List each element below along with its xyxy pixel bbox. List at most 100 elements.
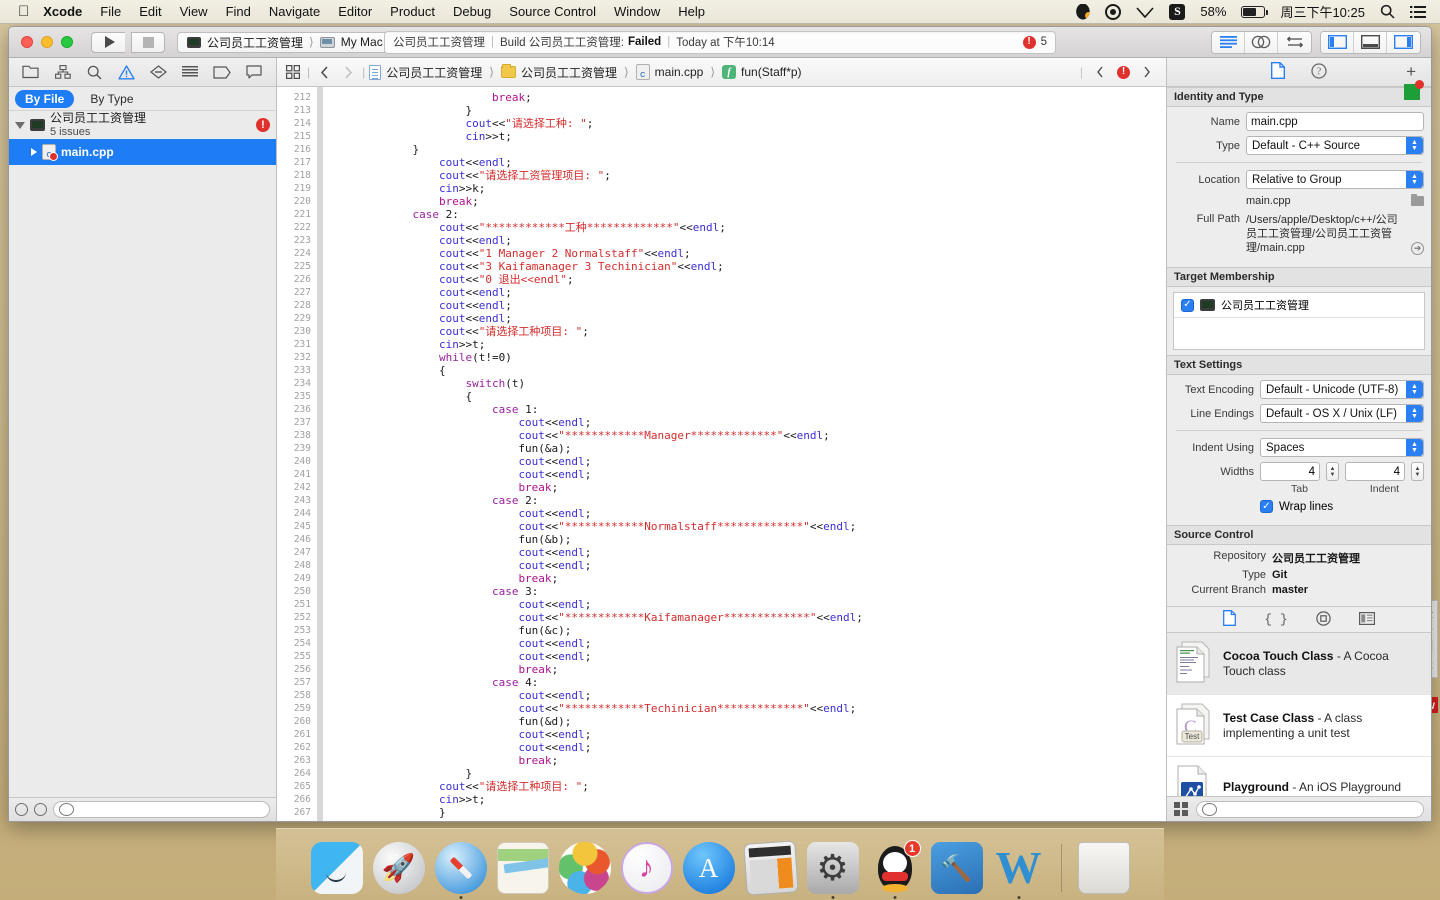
desktop-add-icon[interactable]: + bbox=[1406, 62, 1416, 82]
breadcrumb-project[interactable]: 公司员工工资管理 bbox=[369, 64, 482, 81]
menu-item-source-control[interactable]: Source Control bbox=[509, 4, 596, 19]
reveal-in-finder-icon[interactable]: ➔ bbox=[1411, 242, 1424, 255]
dock-item-system-preferences[interactable] bbox=[806, 842, 859, 899]
close-button[interactable] bbox=[21, 36, 33, 48]
stop-button[interactable] bbox=[131, 31, 165, 53]
debug-area-toggle-icon[interactable] bbox=[1354, 31, 1387, 53]
wifi-icon[interactable] bbox=[1136, 6, 1155, 18]
indent-using-popup[interactable]: Spaces ▲ ▼ bbox=[1260, 438, 1424, 457]
indent-width-stepper[interactable]: ▲ ▼ bbox=[1411, 462, 1424, 481]
navigator-toggle-icon[interactable] bbox=[1321, 31, 1354, 53]
dock-item-launchpad[interactable] bbox=[372, 842, 425, 894]
utilities-toggle-icon[interactable] bbox=[1387, 31, 1420, 53]
dock-item-itunes[interactable] bbox=[620, 842, 673, 894]
notification-center-icon[interactable] bbox=[1410, 5, 1426, 18]
project-navigator-icon[interactable] bbox=[19, 62, 43, 82]
standard-editor-icon[interactable] bbox=[1212, 31, 1245, 53]
wrap-lines-checkbox[interactable]: ✓ bbox=[1260, 500, 1273, 513]
folder-icon[interactable] bbox=[1411, 193, 1424, 206]
error-badge-icon[interactable]: ! bbox=[1117, 65, 1130, 79]
apple-logo-icon[interactable]:  bbox=[18, 4, 29, 19]
dock-item-safari[interactable] bbox=[434, 842, 487, 899]
status-error-group[interactable]: ! 5 bbox=[1022, 35, 1047, 49]
menu-item-editor[interactable]: Editor bbox=[338, 4, 372, 19]
forward-chevron-icon[interactable] bbox=[338, 62, 358, 82]
debug-navigator-icon[interactable] bbox=[178, 62, 202, 82]
issue-file-row-main-cpp[interactable]: C main.cpp bbox=[9, 139, 276, 165]
breadcrumb-function[interactable]: f fun(Staff*p) bbox=[722, 65, 802, 79]
code-snippet-library-icon[interactable]: { } bbox=[1264, 612, 1287, 627]
menu-item-help[interactable]: Help bbox=[678, 4, 705, 19]
dock-item-calculator[interactable] bbox=[742, 840, 799, 896]
run-button[interactable] bbox=[91, 31, 125, 53]
source-control-navigator-icon[interactable] bbox=[51, 62, 75, 82]
zoom-button[interactable] bbox=[61, 36, 73, 48]
file-inspector-icon[interactable] bbox=[1271, 62, 1285, 82]
menu-item-navigate[interactable]: Navigate bbox=[269, 4, 320, 19]
battery-icon[interactable] bbox=[1241, 5, 1269, 18]
encoding-popup[interactable]: Default - Unicode (UTF-8) ▲ ▼ bbox=[1260, 380, 1424, 399]
tab-width-stepper[interactable]: ▲ ▼ bbox=[1326, 462, 1339, 481]
info-icon[interactable] bbox=[34, 803, 47, 816]
disclosure-triangle-icon[interactable] bbox=[31, 148, 37, 156]
line-endings-popup[interactable]: Default - OS X / Unix (LF) ▲ ▼ bbox=[1260, 404, 1424, 423]
library-filter-field[interactable] bbox=[1196, 800, 1424, 818]
target-membership-row[interactable]: ✓ 公司员工工资管理 bbox=[1174, 293, 1424, 318]
menu-item-xcode[interactable]: Xcode bbox=[43, 4, 82, 19]
breakpoint-navigator-icon[interactable] bbox=[210, 62, 234, 82]
library-item-test-case-class[interactable]: C Test Test Case Class - A class impleme… bbox=[1167, 695, 1431, 757]
issue-navigator-icon[interactable] bbox=[115, 62, 139, 82]
filter-by-type-tab[interactable]: By Type bbox=[80, 90, 143, 108]
menu-item-file[interactable]: File bbox=[100, 4, 121, 19]
library-item-playground[interactable]: Playground - An iOS Playground bbox=[1167, 757, 1431, 796]
spotlight-search-icon[interactable] bbox=[1380, 4, 1395, 19]
dock-item-photos[interactable] bbox=[558, 842, 611, 894]
type-popup[interactable]: Default - C++ Source ▲ ▼ bbox=[1246, 136, 1424, 155]
target-checkbox[interactable]: ✓ bbox=[1181, 298, 1194, 312]
menu-item-product[interactable]: Product bbox=[390, 4, 435, 19]
menu-item-find[interactable]: Find bbox=[226, 4, 251, 19]
menu-item-edit[interactable]: Edit bbox=[139, 4, 161, 19]
dock-item-maps[interactable] bbox=[496, 842, 549, 894]
next-issue-icon[interactable] bbox=[1137, 62, 1157, 82]
file-template-library-icon[interactable] bbox=[1223, 610, 1237, 629]
tab-width-field[interactable]: 4 bbox=[1260, 462, 1320, 481]
source-code-area[interactable]: 212 213 214 215 216 217 218 219 220 221 … bbox=[277, 87, 1166, 821]
indent-width-field[interactable]: 4 bbox=[1345, 462, 1405, 481]
scheme-selector[interactable]: 公司员工工资管理 ⟩ My Mac bbox=[177, 31, 393, 53]
sogou-input-icon[interactable]: S bbox=[1169, 3, 1186, 20]
filter-by-file-tab[interactable]: By File bbox=[15, 89, 75, 108]
assistant-editor-icon[interactable] bbox=[1245, 31, 1278, 53]
related-items-icon[interactable] bbox=[283, 62, 303, 82]
menu-item-debug[interactable]: Debug bbox=[453, 4, 491, 19]
location-popup[interactable]: Relative to Group ▲ ▼ bbox=[1246, 170, 1424, 189]
dock-item-qq[interactable]: 1 bbox=[869, 840, 921, 899]
test-navigator-icon[interactable] bbox=[146, 62, 170, 82]
menu-item-view[interactable]: View bbox=[180, 4, 208, 19]
crosshair-icon[interactable] bbox=[1105, 3, 1122, 20]
dock-item-xcode[interactable] bbox=[930, 842, 983, 894]
code-text[interactable]: break; } cout<<"请选择工种: "; cin>>t; } cout… bbox=[323, 87, 1166, 821]
back-chevron-icon[interactable] bbox=[314, 62, 334, 82]
issue-group-row[interactable]: 公司员工工资管理 5 issues ! bbox=[9, 111, 276, 139]
report-navigator-icon[interactable] bbox=[242, 62, 266, 82]
quick-help-inspector-icon[interactable]: ? bbox=[1311, 62, 1327, 82]
dock-item-finder[interactable] bbox=[310, 842, 363, 894]
dock-item-wps-writer[interactable]: W bbox=[993, 842, 1045, 899]
menu-clock[interactable]: 周三下午10:25 bbox=[1280, 2, 1365, 21]
menu-item-window[interactable]: Window bbox=[614, 4, 660, 19]
qq-penguin-icon[interactable] bbox=[1076, 3, 1090, 20]
find-navigator-icon[interactable] bbox=[83, 62, 107, 82]
activity-status-bar[interactable]: 公司员工工资管理 | Build 公司员工工资管理: Failed | Toda… bbox=[384, 30, 1056, 54]
object-library-icon[interactable] bbox=[1316, 610, 1331, 629]
library-item-cocoa-touch-class[interactable]: Cocoa Touch Class - A Cocoa Touch class bbox=[1167, 633, 1431, 695]
name-field[interactable]: main.cpp bbox=[1246, 112, 1424, 131]
previous-issue-icon[interactable] bbox=[1090, 62, 1110, 82]
media-library-icon[interactable] bbox=[1358, 611, 1375, 628]
version-editor-icon[interactable] bbox=[1278, 31, 1311, 53]
grid-view-icon[interactable] bbox=[1174, 802, 1188, 816]
dock-item-app-store[interactable] bbox=[682, 842, 735, 894]
navigator-filter-field[interactable] bbox=[53, 801, 270, 818]
breadcrumb-file[interactable]: C main.cpp bbox=[635, 64, 703, 80]
disclosure-triangle-icon[interactable] bbox=[15, 121, 25, 129]
